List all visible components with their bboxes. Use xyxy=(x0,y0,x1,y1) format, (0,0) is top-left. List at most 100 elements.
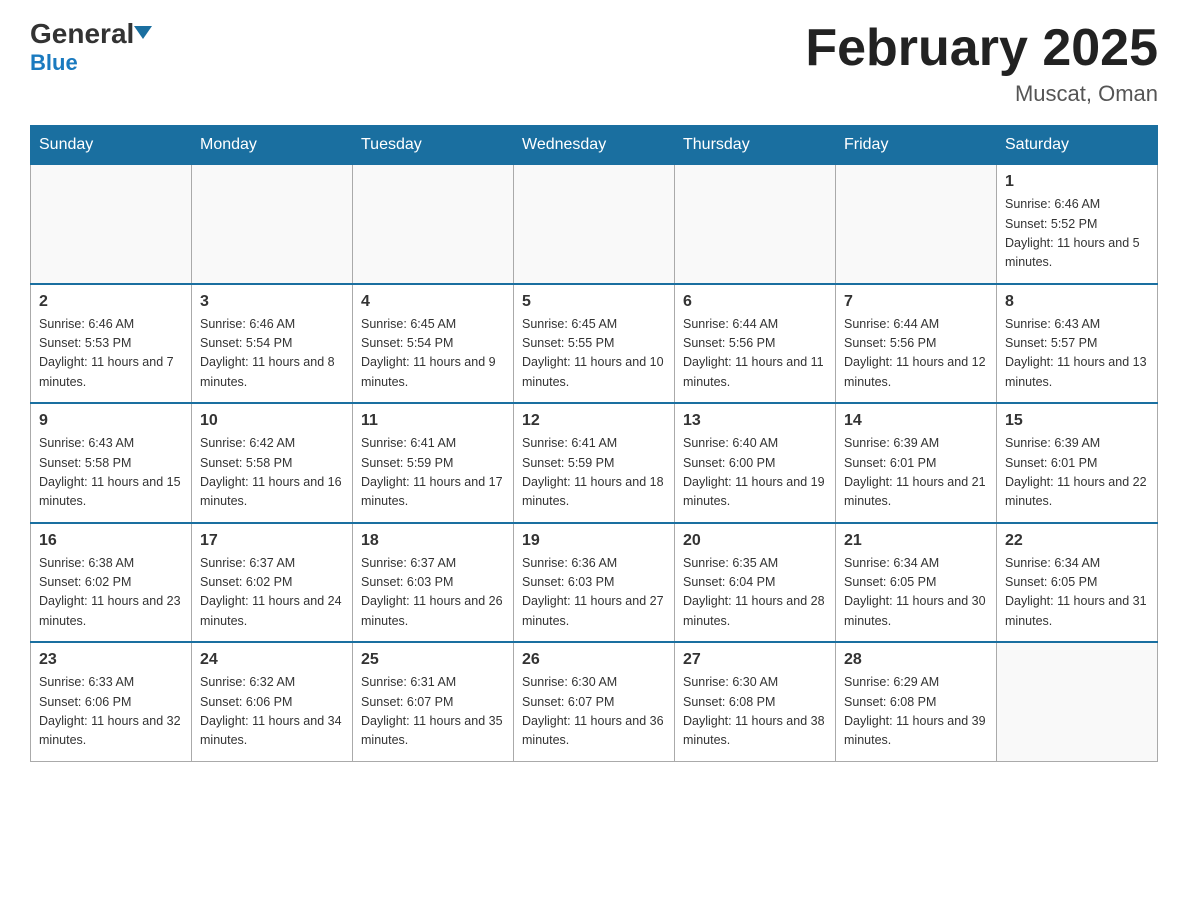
day-info: Sunrise: 6:46 AM Sunset: 5:53 PM Dayligh… xyxy=(39,315,183,393)
logo-bottom: Blue xyxy=(30,50,78,76)
calendar-cell: 3Sunrise: 6:46 AM Sunset: 5:54 PM Daylig… xyxy=(192,284,353,404)
weekday-tuesday: Tuesday xyxy=(353,126,514,165)
day-info: Sunrise: 6:40 AM Sunset: 6:00 PM Dayligh… xyxy=(683,434,827,512)
calendar: SundayMondayTuesdayWednesdayThursdayFrid… xyxy=(30,125,1158,762)
day-number: 6 xyxy=(683,293,827,311)
month-title: February 2025 xyxy=(805,20,1158,77)
calendar-cell: 10 Sunrise: 6:42 AM Sunset: 5:58 PM Dayli… xyxy=(192,403,353,523)
weekday-wednesday: Wednesday xyxy=(514,126,675,165)
calendar-cell: 16 Sunrise: 6:38 AM Sunset: 6:02 PM Dayli… xyxy=(31,523,192,643)
day-number: 22 xyxy=(1005,532,1149,550)
day-info: Sunrise: 6:46 AM Sunset: 5:52 PM Dayligh… xyxy=(1005,195,1149,273)
calendar-week-3: 9 Sunrise: 6:43 AM Sunset: 5:58 PM Daylig… xyxy=(31,403,1158,523)
day-number: 10 xyxy=(200,412,344,430)
day-info: Sunrise: 6:37 AM Sunset: 6:03 PM Dayligh… xyxy=(361,554,505,632)
calendar-cell: 9 Sunrise: 6:43 AM Sunset: 5:58 PM Daylig… xyxy=(31,403,192,523)
day-number: 19 xyxy=(522,532,666,550)
calendar-cell: 28Sunrise: 6:29 AM Sunset: 6:08 PM Dayli… xyxy=(836,642,997,761)
day-info: Sunrise: 6:33 AM Sunset: 6:06 PM Dayligh… xyxy=(39,673,183,751)
calendar-cell: 26 Sunrise: 6:30 AM Sunset: 6:07 PM Dayli… xyxy=(514,642,675,761)
day-number: 20 xyxy=(683,532,827,550)
day-info: Sunrise: 6:39 AM Sunset: 6:01 PM Dayligh… xyxy=(844,434,988,512)
calendar-cell: 17 Sunrise: 6:37 AM Sunset: 6:02 PM Dayli… xyxy=(192,523,353,643)
calendar-week-2: 2 Sunrise: 6:46 AM Sunset: 5:53 PM Daylig… xyxy=(31,284,1158,404)
day-number: 24 xyxy=(200,651,344,669)
day-info: Sunrise: 6:41 AM Sunset: 5:59 PM Dayligh… xyxy=(361,434,505,512)
calendar-cell xyxy=(192,165,353,284)
calendar-cell: 11 Sunrise: 6:41 AM Sunset: 5:59 PM Dayli… xyxy=(353,403,514,523)
day-number: 21 xyxy=(844,532,988,550)
calendar-cell xyxy=(836,165,997,284)
day-info: Sunrise: 6:36 AM Sunset: 6:03 PM Dayligh… xyxy=(522,554,666,632)
day-number: 15 xyxy=(1005,412,1149,430)
day-info: Sunrise: 6:45 AM Sunset: 5:55 PM Dayligh… xyxy=(522,315,666,393)
day-info: Sunrise: 6:32 AM Sunset: 6:06 PM Dayligh… xyxy=(200,673,344,751)
day-info: Sunrise: 6:37 AM Sunset: 6:02 PM Dayligh… xyxy=(200,554,344,632)
weekday-monday: Monday xyxy=(192,126,353,165)
weekday-saturday: Saturday xyxy=(997,126,1158,165)
calendar-cell: 5 Sunrise: 6:45 AM Sunset: 5:55 PM Daylig… xyxy=(514,284,675,404)
day-number: 7 xyxy=(844,293,988,311)
day-info: Sunrise: 6:39 AM Sunset: 6:01 PM Dayligh… xyxy=(1005,434,1149,512)
title-block: February 2025 Muscat, Oman xyxy=(805,20,1158,107)
calendar-cell xyxy=(353,165,514,284)
day-info: Sunrise: 6:29 AM Sunset: 6:08 PM Dayligh… xyxy=(844,673,988,751)
day-info: Sunrise: 6:43 AM Sunset: 5:58 PM Dayligh… xyxy=(39,434,183,512)
calendar-week-5: 23 Sunrise: 6:33 AM Sunset: 6:06 PM Dayli… xyxy=(31,642,1158,761)
day-info: Sunrise: 6:31 AM Sunset: 6:07 PM Dayligh… xyxy=(361,673,505,751)
day-number: 26 xyxy=(522,651,666,669)
logo: General Blue xyxy=(30,20,134,76)
day-info: Sunrise: 6:30 AM Sunset: 6:07 PM Dayligh… xyxy=(522,673,666,751)
calendar-cell: 2 Sunrise: 6:46 AM Sunset: 5:53 PM Daylig… xyxy=(31,284,192,404)
calendar-cell xyxy=(514,165,675,284)
day-number: 4 xyxy=(361,293,505,311)
day-number: 23 xyxy=(39,651,183,669)
calendar-cell: 20 Sunrise: 6:35 AM Sunset: 6:04 PM Dayli… xyxy=(675,523,836,643)
day-number: 5 xyxy=(522,293,666,311)
calendar-cell: 6 Sunrise: 6:44 AM Sunset: 5:56 PM Daylig… xyxy=(675,284,836,404)
calendar-cell: 27 Sunrise: 6:30 AM Sunset: 6:08 PM Dayli… xyxy=(675,642,836,761)
calendar-cell: 15 Sunrise: 6:39 AM Sunset: 6:01 PM Dayli… xyxy=(997,403,1158,523)
weekday-friday: Friday xyxy=(836,126,997,165)
day-number: 12 xyxy=(522,412,666,430)
day-info: Sunrise: 6:35 AM Sunset: 6:04 PM Dayligh… xyxy=(683,554,827,632)
calendar-cell: 19 Sunrise: 6:36 AM Sunset: 6:03 PM Dayli… xyxy=(514,523,675,643)
calendar-cell xyxy=(997,642,1158,761)
day-number: 27 xyxy=(683,651,827,669)
day-info: Sunrise: 6:43 AM Sunset: 5:57 PM Dayligh… xyxy=(1005,315,1149,393)
calendar-cell xyxy=(675,165,836,284)
day-info: Sunrise: 6:42 AM Sunset: 5:58 PM Dayligh… xyxy=(200,434,344,512)
calendar-cell: 14 Sunrise: 6:39 AM Sunset: 6:01 PM Dayli… xyxy=(836,403,997,523)
calendar-cell: 18 Sunrise: 6:37 AM Sunset: 6:03 PM Dayli… xyxy=(353,523,514,643)
day-info: Sunrise: 6:30 AM Sunset: 6:08 PM Dayligh… xyxy=(683,673,827,751)
day-info: Sunrise: 6:44 AM Sunset: 5:56 PM Dayligh… xyxy=(844,315,988,393)
day-number: 1 xyxy=(1005,173,1149,191)
day-number: 14 xyxy=(844,412,988,430)
day-info: Sunrise: 6:44 AM Sunset: 5:56 PM Dayligh… xyxy=(683,315,827,393)
calendar-cell: 4 Sunrise: 6:45 AM Sunset: 5:54 PM Daylig… xyxy=(353,284,514,404)
weekday-thursday: Thursday xyxy=(675,126,836,165)
logo-top: General xyxy=(30,20,134,48)
calendar-cell: 8Sunrise: 6:43 AM Sunset: 5:57 PM Daylig… xyxy=(997,284,1158,404)
calendar-cell: 1 Sunrise: 6:46 AM Sunset: 5:52 PM Daylig… xyxy=(997,165,1158,284)
day-info: Sunrise: 6:38 AM Sunset: 6:02 PM Dayligh… xyxy=(39,554,183,632)
calendar-cell: 21Sunrise: 6:34 AM Sunset: 6:05 PM Dayli… xyxy=(836,523,997,643)
calendar-week-1: 1 Sunrise: 6:46 AM Sunset: 5:52 PM Daylig… xyxy=(31,165,1158,284)
day-number: 11 xyxy=(361,412,505,430)
day-number: 9 xyxy=(39,412,183,430)
day-number: 3 xyxy=(200,293,344,311)
calendar-week-4: 16 Sunrise: 6:38 AM Sunset: 6:02 PM Dayli… xyxy=(31,523,1158,643)
calendar-cell: 13 Sunrise: 6:40 AM Sunset: 6:00 PM Dayli… xyxy=(675,403,836,523)
day-number: 25 xyxy=(361,651,505,669)
day-info: Sunrise: 6:45 AM Sunset: 5:54 PM Dayligh… xyxy=(361,315,505,393)
page-header: General Blue February 2025 Muscat, Oman xyxy=(30,20,1158,107)
day-number: 2 xyxy=(39,293,183,311)
calendar-cell: 24 Sunrise: 6:32 AM Sunset: 6:06 PM Dayli… xyxy=(192,642,353,761)
weekday-header-row: SundayMondayTuesdayWednesdayThursdayFrid… xyxy=(31,126,1158,165)
day-info: Sunrise: 6:41 AM Sunset: 5:59 PM Dayligh… xyxy=(522,434,666,512)
day-number: 16 xyxy=(39,532,183,550)
day-number: 18 xyxy=(361,532,505,550)
day-number: 17 xyxy=(200,532,344,550)
day-number: 13 xyxy=(683,412,827,430)
weekday-sunday: Sunday xyxy=(31,126,192,165)
